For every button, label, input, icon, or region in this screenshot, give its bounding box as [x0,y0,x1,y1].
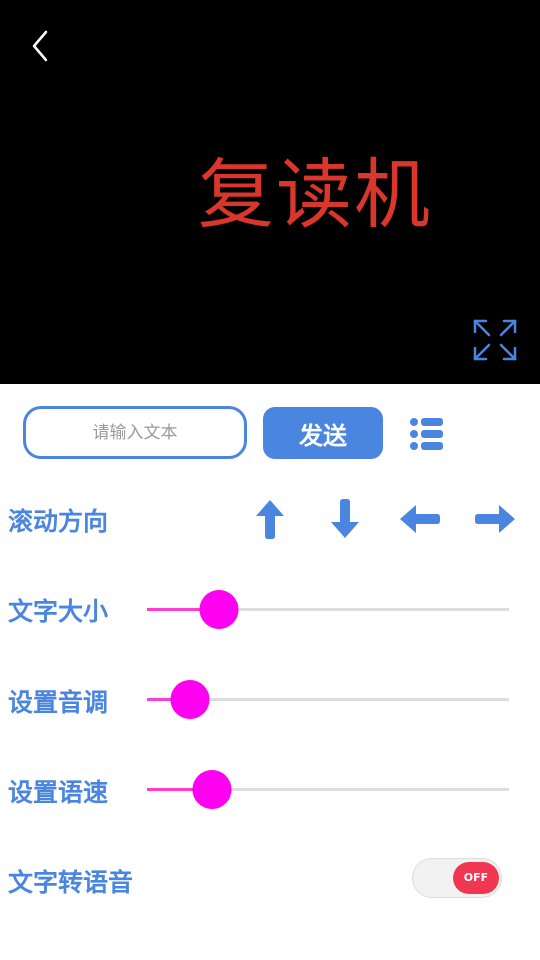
slider-thumb[interactable] [199,590,239,629]
scrolling-text: 复读机 [198,150,432,239]
scroll-up-button[interactable] [254,498,286,544]
pitch-label: 设置音调 [8,688,109,717]
slider-thumb[interactable] [192,770,232,809]
display-area: 复读机 [0,0,540,384]
scroll-right-button[interactable] [473,503,517,539]
input-row: 发送 [0,406,540,460]
scroll-direction-label: 滚动方向 [8,507,109,536]
toggle-knob: OFF [453,862,499,894]
arrow-up-icon [256,500,284,539]
fullscreen-button[interactable] [472,318,518,362]
arrow-right-icon [475,505,515,533]
slider-thumb[interactable] [170,680,210,719]
text-size-slider[interactable] [147,589,509,629]
list-button[interactable] [407,416,447,452]
text-size-label: 文字大小 [8,597,109,626]
arrow-left-icon [400,505,440,533]
chevron-left-icon [32,30,48,62]
speed-slider[interactable] [147,769,509,809]
speed-label: 设置语速 [8,778,109,807]
tts-label: 文字转语音 [8,868,134,897]
expand-icon [473,319,517,361]
text-input[interactable] [23,406,247,459]
list-icon [410,418,443,450]
pitch-slider[interactable] [147,679,509,719]
back-button[interactable] [24,26,60,66]
scroll-down-button[interactable] [329,498,361,544]
arrow-down-icon [331,499,359,538]
tts-toggle[interactable]: OFF [412,858,502,898]
scroll-left-button[interactable] [398,503,442,539]
send-button[interactable]: 发送 [263,407,383,459]
